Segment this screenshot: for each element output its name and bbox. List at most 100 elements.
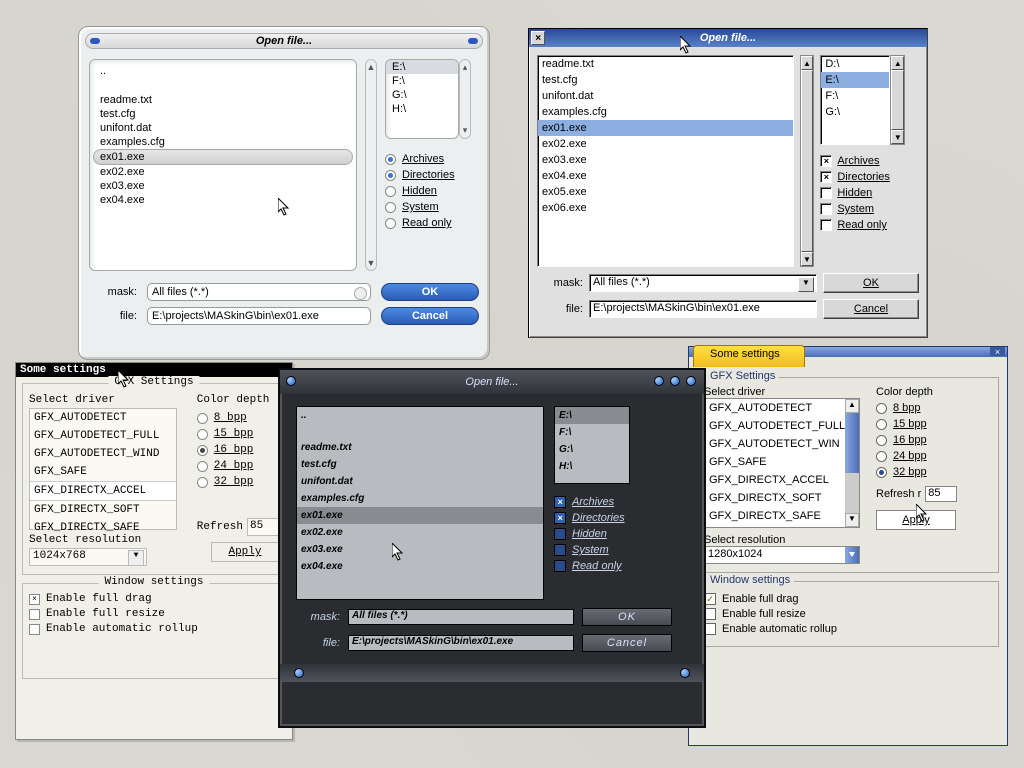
readonly-filter[interactable]: Read only	[554, 560, 630, 572]
hidden-filter[interactable]: Hidden	[554, 528, 630, 540]
full-drag-check[interactable]: ×Enable full drag	[29, 593, 279, 605]
drive-list[interactable]: E:\ F:\ G:\ H:\	[385, 59, 459, 139]
drive-item[interactable]: E:\	[386, 60, 458, 74]
scroll-up-icon[interactable]: ▲	[845, 399, 859, 413]
close-icon[interactable]: ×	[531, 31, 545, 45]
driver-item[interactable]: GFX_SAFE	[30, 463, 176, 481]
driver-list[interactable]: GFX_AUTODETECT GFX_AUTODETECT_FULL GFX_A…	[704, 398, 860, 528]
refresh-input[interactable]: 85	[247, 518, 279, 536]
titlebar-orb-icon[interactable]	[286, 376, 296, 386]
file-list[interactable]: readme.txt test.cfg unifont.dat examples…	[537, 55, 794, 267]
list-item[interactable]: ..	[297, 407, 543, 424]
driver-item[interactable]: GFX_AUTODETECT_FULL	[30, 427, 176, 445]
list-item[interactable]: ex02.exe	[297, 524, 543, 541]
scrollbar[interactable]: ▲▼	[890, 55, 905, 145]
mask-select[interactable]: All files (*.*)	[589, 274, 817, 292]
list-item[interactable]: ex03.exe	[94, 179, 352, 193]
scrollbar[interactable]: ▴▾	[459, 59, 471, 139]
list-item[interactable]: ex04.exe	[538, 168, 793, 184]
drive-item[interactable]: G:\	[821, 104, 889, 120]
hidden-filter[interactable]: Hidden	[820, 187, 919, 199]
hidden-filter[interactable]: Hidden	[385, 185, 471, 197]
drive-item[interactable]: F:\	[386, 74, 458, 88]
archives-filter[interactable]: ×Archives	[820, 155, 919, 167]
driver-item[interactable]: GFX_DIRECTX_ACCEL	[30, 481, 176, 501]
system-filter[interactable]: System	[820, 203, 919, 215]
depth-radio[interactable]: 32 bpp	[197, 476, 279, 488]
drive-item[interactable]: E:\	[555, 407, 629, 424]
scroll-thumb[interactable]	[801, 70, 814, 252]
titlebar[interactable]: Open file...	[85, 33, 483, 49]
drive-item[interactable]: F:\	[821, 88, 889, 104]
list-item[interactable]: test.cfg	[297, 456, 543, 473]
titlebar-button-left[interactable]	[90, 38, 100, 44]
scroll-down-icon[interactable]: ▼	[891, 130, 904, 144]
full-resize-check[interactable]: Enable full resize	[29, 608, 279, 620]
directories-filter[interactable]: Directories	[385, 169, 471, 181]
scroll-up-icon[interactable]: ▲	[891, 56, 904, 70]
directories-filter[interactable]: ×Directories	[820, 171, 919, 183]
titlebar-orb-icon[interactable]	[670, 376, 680, 386]
cancel-button[interactable]: Cancel	[823, 299, 919, 319]
list-item[interactable]: ex04.exe	[94, 193, 352, 207]
apply-button[interactable]: Apply	[876, 510, 956, 530]
list-item[interactable]: ex05.exe	[538, 184, 793, 200]
scroll-down-icon[interactable]: ▼	[845, 513, 859, 527]
titlebar[interactable]: Open file...	[280, 370, 704, 394]
system-filter[interactable]: System	[385, 201, 471, 213]
drive-item[interactable]: D:\	[821, 56, 889, 72]
archives-filter[interactable]: ×Archives	[554, 496, 630, 508]
list-item[interactable]: ..	[94, 64, 352, 78]
list-item[interactable]: ex03.exe	[538, 152, 793, 168]
driver-list[interactable]: GFX_AUTODETECT GFX_AUTODETECT_FULL GFX_A…	[29, 408, 177, 530]
ok-button[interactable]: OK	[582, 608, 672, 626]
list-item[interactable]: examples.cfg	[297, 490, 543, 507]
apply-button[interactable]: Apply	[211, 542, 279, 562]
drive-list[interactable]: D:\ E:\ F:\ G:\	[820, 55, 890, 145]
drive-list[interactable]: E:\ F:\ G:\ H:\	[554, 406, 630, 484]
driver-item[interactable]: GFX_DIRECTX_SAFE	[705, 507, 859, 525]
scroll-down-icon[interactable]: ▾	[463, 125, 468, 136]
readonly-filter[interactable]: Read only	[385, 217, 471, 229]
titlebar-tab[interactable]: Some settings	[693, 345, 805, 367]
close-icon[interactable]: ×	[990, 347, 1005, 356]
list-item[interactable]: unifont.dat	[538, 88, 793, 104]
file-input[interactable]: E:\projects\MASkinG\bin\ex01.exe	[589, 300, 817, 318]
depth-radio[interactable]: 8 bpp	[876, 402, 957, 414]
scrollbar[interactable]: ▲▼	[800, 55, 815, 267]
resolution-select[interactable]: 1024x768	[29, 548, 147, 566]
file-input[interactable]: E:\projects\MASkinG\bin\ex01.exe	[147, 307, 371, 325]
driver-item[interactable]: GFX_SAFE	[705, 453, 859, 471]
list-item[interactable]: ex01.exe	[93, 149, 353, 165]
depth-radio[interactable]: 24 bpp	[197, 460, 279, 472]
depth-radio[interactable]: 24 bpp	[876, 450, 957, 462]
driver-item[interactable]: GFX_AUTODETECT	[705, 399, 859, 417]
driver-item[interactable]: GFX_AUTODETECT_WIND	[30, 445, 176, 463]
scroll-up-icon[interactable]: ▲	[801, 56, 814, 70]
drive-item[interactable]: H:\	[386, 102, 458, 116]
depth-radio[interactable]: 15 bpp	[876, 418, 957, 430]
resolution-select[interactable]: 1280x1024	[704, 546, 860, 564]
titlebar[interactable]: Some settings	[16, 363, 292, 377]
readonly-filter[interactable]: Read only	[820, 219, 919, 231]
scroll-thumb[interactable]	[891, 70, 904, 130]
list-item[interactable]: examples.cfg	[538, 104, 793, 120]
scroll-thumb[interactable]	[845, 413, 859, 473]
drive-item[interactable]: F:\	[555, 424, 629, 441]
list-item[interactable]: ex02.exe	[94, 165, 352, 179]
mask-select[interactable]: All files (*.*)	[147, 283, 371, 301]
list-item[interactable]: unifont.dat	[297, 473, 543, 490]
driver-item[interactable]: GFX_DIRECTX_SOFT	[30, 501, 176, 519]
depth-radio[interactable]: 16 bpp	[876, 434, 957, 446]
list-item[interactable]: ex01.exe	[538, 120, 793, 136]
driver-item[interactable]: GFX_AUTODETECT_WIN	[705, 435, 859, 453]
ok-button[interactable]: OK	[381, 283, 479, 301]
refresh-input[interactable]: 85	[925, 486, 957, 502]
list-item[interactable]: readme.txt	[538, 56, 793, 72]
scroll-down-icon[interactable]: ▼	[801, 252, 814, 266]
list-item[interactable]: ex01.exe	[297, 507, 543, 524]
list-item[interactable]: ex03.exe	[297, 541, 543, 558]
drive-item[interactable]: E:\	[821, 72, 889, 88]
titlebar-orb-icon[interactable]	[686, 376, 696, 386]
titlebar-orb-icon[interactable]	[654, 376, 664, 386]
